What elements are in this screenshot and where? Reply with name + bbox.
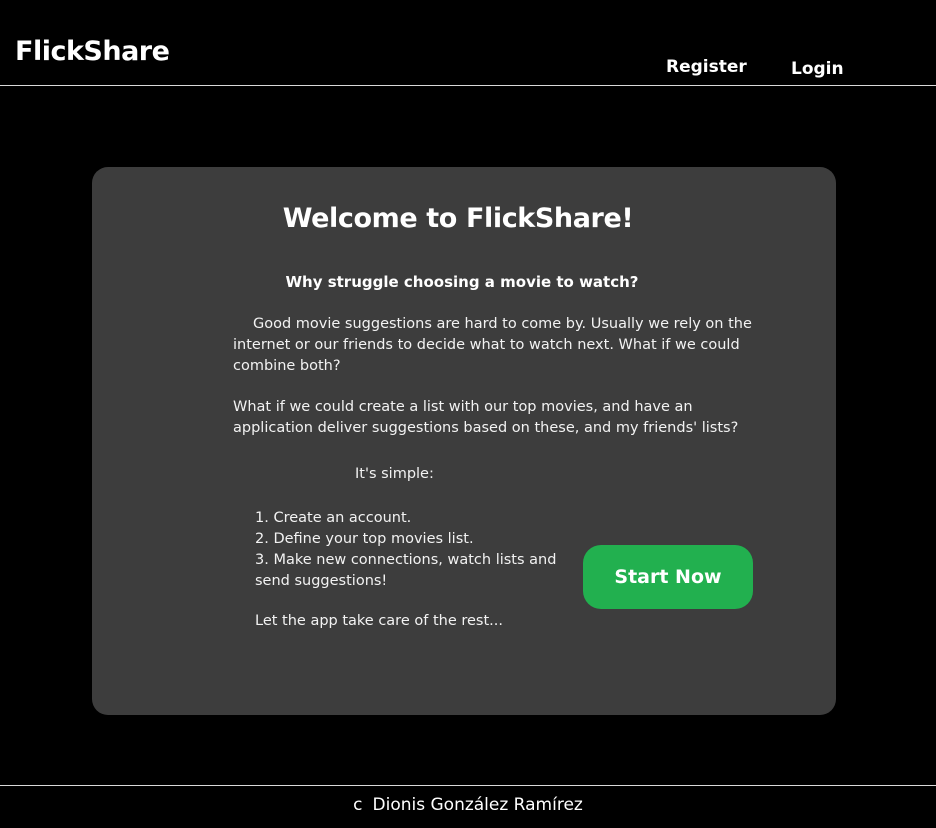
closing-text: Let the app take care of the rest...: [255, 613, 503, 629]
intro-paragraph: Good movie suggestions are hard to come …: [233, 314, 753, 377]
page: FlickShare Register Login Welcome to Fli…: [0, 0, 936, 828]
footer-author: Dionis González Ramírez: [372, 795, 583, 815]
intro-question: Why struggle choosing a movie to watch?: [285, 273, 639, 291]
copyright-mark: c: [353, 795, 363, 815]
intro-paragraph-text: Good movie suggestions are hard to come …: [233, 316, 752, 374]
register-link[interactable]: Register: [666, 57, 747, 77]
login-link[interactable]: Login: [791, 59, 844, 79]
welcome-title: Welcome to FlickShare!: [282, 203, 634, 234]
simple-label: It's simple:: [355, 466, 434, 482]
header-divider: [0, 85, 936, 86]
step-item: 2. Define your top movies list.: [255, 531, 474, 547]
idea-paragraph: What if we could create a list with our …: [233, 399, 739, 436]
site-header: FlickShare Register Login: [0, 0, 936, 86]
welcome-card: Welcome to FlickShare! Why struggle choo…: [92, 167, 836, 715]
step-item: 3. Make new connections, watch lists and…: [255, 552, 557, 589]
brand-logo[interactable]: FlickShare: [15, 36, 170, 67]
steps-list: 1. Create an account. 2. Define your top…: [255, 508, 565, 592]
step-item: 1. Create an account.: [255, 510, 412, 526]
site-footer: c Dionis González Ramírez: [0, 795, 936, 815]
footer-divider: [0, 785, 936, 786]
start-now-button[interactable]: Start Now: [583, 545, 753, 609]
